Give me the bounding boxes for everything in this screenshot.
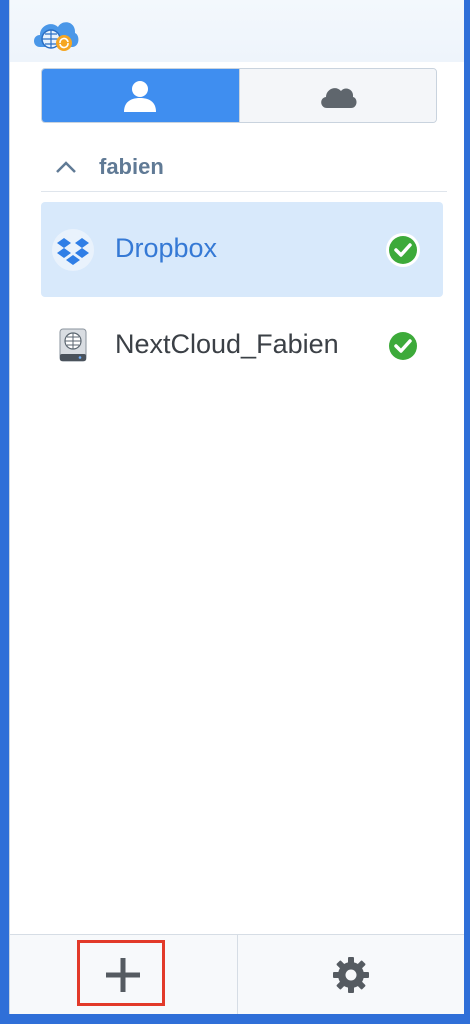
- check-circle-icon: [389, 332, 417, 360]
- cloud-tab[interactable]: [238, 69, 436, 122]
- user-icon: [124, 80, 157, 112]
- account-group-header[interactable]: fabien: [41, 148, 447, 192]
- highlight-box: [77, 940, 165, 1006]
- cloud-icon: [320, 87, 357, 108]
- add-connection-button[interactable]: [10, 935, 237, 1014]
- title-bar: [10, 0, 464, 62]
- connection-label: NextCloud_Fabien: [115, 329, 339, 359]
- chevron-up-icon: [56, 161, 76, 173]
- connection-item-dropbox[interactable]: Dropbox: [41, 202, 443, 297]
- bottom-toolbar: [10, 934, 464, 1014]
- connection-item-nextcloud[interactable]: NextCloud_Fabien: [41, 298, 443, 393]
- cloud-sync-panel: fabien Dropbox NextCloud_Fabien: [9, 0, 464, 1014]
- account-name: fabien: [99, 154, 164, 179]
- gear-icon: [332, 956, 369, 993]
- webdav-server-icon: [59, 328, 87, 362]
- view-switcher: [41, 68, 437, 123]
- settings-button[interactable]: [236, 935, 465, 1014]
- user-tab[interactable]: [42, 69, 239, 122]
- cloud-sync-app-icon: [34, 22, 79, 51]
- dropbox-icon: [52, 229, 94, 271]
- check-circle-icon: [386, 233, 420, 267]
- connection-label: Dropbox: [115, 233, 218, 263]
